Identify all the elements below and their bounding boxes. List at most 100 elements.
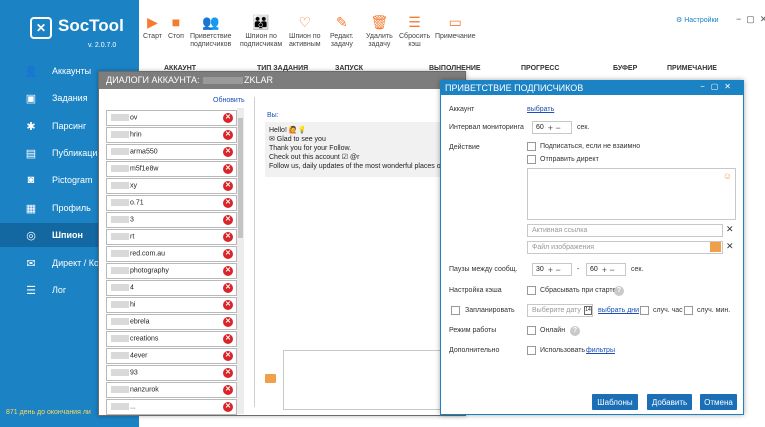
- image-icon: ▤: [25, 147, 37, 160]
- pane-divider[interactable]: [254, 97, 255, 407]
- blurred-name: [203, 77, 244, 85]
- delete-dialog-icon[interactable]: ✕: [223, 385, 233, 395]
- spy-followers-button[interactable]: 👪 Шпион по подписчикам: [240, 14, 282, 49]
- cancel-button[interactable]: Отмена: [700, 394, 737, 410]
- clear-link-icon[interactable]: ✕: [726, 224, 734, 235]
- account-list-item[interactable]: arma550 ✕: [106, 144, 237, 160]
- random-hour-checkbox[interactable]: [640, 306, 649, 315]
- random-min-checkbox[interactable]: [684, 306, 693, 315]
- delete-dialog-icon[interactable]: ✕: [223, 317, 233, 327]
- account-list-item[interactable]: ebrela ✕: [106, 314, 237, 330]
- add-button[interactable]: Добавить: [647, 394, 692, 410]
- filters-link[interactable]: фильтры: [586, 347, 615, 354]
- account-list-item[interactable]: ov ✕: [106, 110, 237, 126]
- column-note[interactable]: ПРИМЕЧАНИЕ: [667, 65, 717, 72]
- delete-dialog-icon[interactable]: ✕: [223, 249, 233, 259]
- account-list-item[interactable]: o.71 ✕: [106, 195, 237, 211]
- blurred-name: [111, 267, 129, 274]
- column-buffer[interactable]: БУФЕР: [613, 65, 637, 72]
- choose-days-link[interactable]: выбрать дни: [598, 307, 639, 314]
- account-name: 4: [130, 284, 134, 292]
- delete-dialog-icon[interactable]: ✕: [223, 198, 233, 208]
- delete-dialog-icon[interactable]: ✕: [223, 215, 233, 225]
- clear-image-icon[interactable]: ✕: [726, 241, 734, 252]
- dialogs-title-bar[interactable]: ДИАЛОГИ АККАУНТА: ZKLAR: [99, 72, 465, 89]
- emoji-icon[interactable]: ☺: [723, 171, 732, 181]
- online-checkbox[interactable]: [527, 326, 536, 335]
- greet-title-bar[interactable]: ПРИВЕТСТВИЕ ПОДПИСЧИКОВ: [441, 81, 743, 95]
- greet-followers-button[interactable]: 👥 Приветствие подписчиков: [190, 14, 232, 49]
- spy-active-button[interactable]: ♡ Шпион по активным: [289, 14, 321, 49]
- account-list-item[interactable]: 93 ✕: [106, 365, 237, 381]
- pause-from-stepper[interactable]: 30 + −: [532, 263, 572, 276]
- column-progress[interactable]: ПРОГРЕСС: [521, 65, 559, 72]
- help-icon[interactable]: ?: [570, 326, 580, 336]
- account-list-item[interactable]: 4 ✕: [106, 280, 237, 296]
- delete-dialog-icon[interactable]: ✕: [223, 334, 233, 344]
- delete-dialog-icon[interactable]: ✕: [223, 164, 233, 174]
- select-account-link[interactable]: выбрать: [527, 106, 554, 113]
- delete-dialog-icon[interactable]: ✕: [223, 351, 233, 361]
- note-button[interactable]: ▭ Примечание: [435, 14, 476, 41]
- account-list-item[interactable]: red.com.au ✕: [106, 246, 237, 262]
- user-icon: 👤: [24, 65, 38, 78]
- account-list-item[interactable]: hi ✕: [106, 297, 237, 313]
- reset-cache-button[interactable]: ☰ Сбросить кэш: [399, 14, 430, 49]
- pause-to-stepper[interactable]: 60 + −: [586, 263, 626, 276]
- edit-task-button[interactable]: ✎ Редакт. задачу: [330, 14, 354, 49]
- direct-checkbox[interactable]: [527, 155, 536, 164]
- calendar-icon[interactable]: 14: [584, 306, 592, 315]
- stop-button[interactable]: ■ Стоп: [168, 14, 184, 41]
- account-list-item[interactable]: xy ✕: [106, 178, 237, 194]
- blurred-name: [111, 403, 129, 410]
- window-controls[interactable]: −▢✕: [736, 14, 765, 25]
- settings-link[interactable]: ⚙ Настройки: [676, 16, 719, 24]
- account-list-item[interactable]: rt ✕: [106, 229, 237, 245]
- stack-icon: ☰: [408, 14, 421, 30]
- image-file-input[interactable]: Файл изображения: [527, 241, 723, 254]
- refresh-link[interactable]: Обновить: [213, 97, 245, 104]
- delete-dialog-icon[interactable]: ✕: [223, 300, 233, 310]
- delete-dialog-icon[interactable]: ✕: [223, 113, 233, 123]
- plus-minus-icon[interactable]: + −: [548, 265, 561, 275]
- interval-stepper[interactable]: 60 + −: [532, 121, 572, 134]
- dialog-account-list: ov ✕ hrin ✕ arma550 ✕ m5f1e8w ✕ xy ✕ o.71 ✕ 3 ✕ rt ✕ red…: [106, 110, 237, 415]
- help-icon[interactable]: ?: [614, 286, 624, 296]
- account-list-item[interactable]: 3 ✕: [106, 212, 237, 228]
- delete-dialog-icon[interactable]: ✕: [223, 266, 233, 276]
- use-filters-checkbox[interactable]: [527, 346, 536, 355]
- attach-image-icon[interactable]: [265, 374, 276, 383]
- message-compose-box[interactable]: [283, 350, 465, 410]
- account-list-item[interactable]: photography ✕: [106, 263, 237, 279]
- delete-dialog-icon[interactable]: ✕: [223, 147, 233, 157]
- account-list-item[interactable]: hrin ✕: [106, 127, 237, 143]
- users-icon: 👥: [202, 14, 220, 30]
- follow-checkbox[interactable]: [527, 142, 536, 151]
- interval-label: Интервал мониторинга: [449, 124, 524, 131]
- active-link-input[interactable]: Активная ссылка: [527, 224, 723, 237]
- delete-dialog-icon[interactable]: ✕: [223, 368, 233, 378]
- delete-dialog-icon[interactable]: ✕: [223, 130, 233, 140]
- delete-dialog-icon[interactable]: ✕: [223, 402, 233, 412]
- plus-minus-icon[interactable]: + −: [548, 123, 561, 133]
- image-pick-icon[interactable]: [710, 242, 721, 252]
- online-label: Онлайн: [540, 327, 566, 334]
- direct-message-textarea[interactable]: ☺: [527, 168, 736, 220]
- schedule-checkbox[interactable]: [451, 306, 460, 315]
- delete-task-button[interactable]: 🗑 Удалить задачу: [366, 14, 393, 49]
- blurred-name: [111, 284, 129, 291]
- delete-dialog-icon[interactable]: ✕: [223, 283, 233, 293]
- templates-button[interactable]: Шаблоны: [592, 394, 638, 410]
- account-list-item[interactable]: creations ✕: [106, 331, 237, 347]
- account-list-item[interactable]: 4ever ✕: [106, 348, 237, 364]
- cache-reset-checkbox[interactable]: [527, 286, 536, 295]
- list-scrollbar-thumb[interactable]: [238, 118, 243, 238]
- plus-minus-icon[interactable]: + −: [602, 265, 615, 275]
- start-button[interactable]: ▶ Старт: [143, 14, 162, 41]
- greet-window-controls[interactable]: −▢✕: [700, 82, 737, 91]
- delete-dialog-icon[interactable]: ✕: [223, 181, 233, 191]
- account-list-item[interactable]: m5f1e8w ✕: [106, 161, 237, 177]
- account-list-item[interactable]: nanzurok ✕: [106, 382, 237, 398]
- delete-dialog-icon[interactable]: ✕: [223, 232, 233, 242]
- account-list-item[interactable]: ... ✕: [106, 399, 237, 415]
